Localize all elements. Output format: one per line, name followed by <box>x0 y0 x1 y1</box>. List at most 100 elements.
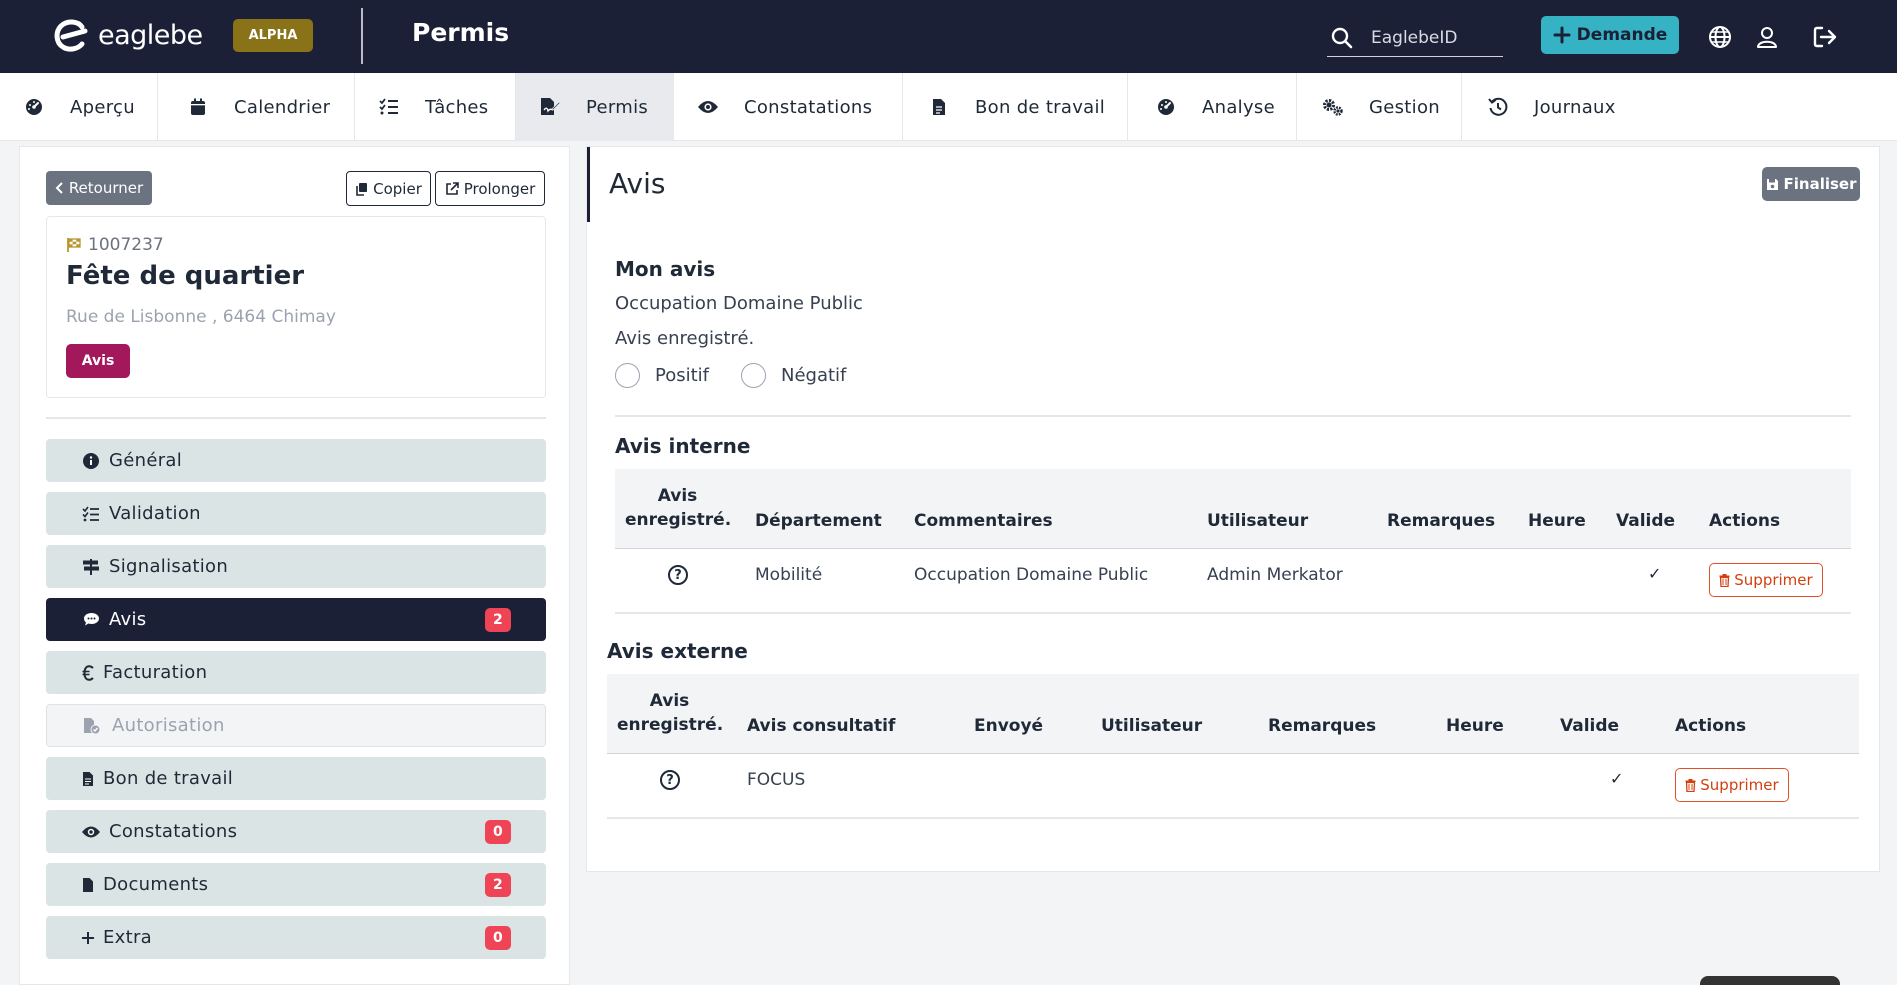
column-header: Heure <box>1446 716 1504 736</box>
sidebar-item-label: Bon de travail <box>103 768 234 789</box>
back-button[interactable]: Retourner <box>46 171 152 205</box>
search-bar <box>1327 20 1503 57</box>
question-circle-icon: ? <box>660 770 680 790</box>
sidebar-item-facturation[interactable]: Facturation <box>46 651 546 694</box>
back-label: Retourner <box>68 179 144 197</box>
radio-circle[interactable] <box>615 363 640 388</box>
top-navbar: eaglebe ALPHA Permis Demande <box>0 0 1897 73</box>
copy-label: Copier <box>373 179 422 198</box>
delete-button[interactable]: Supprimer <box>1709 563 1823 597</box>
plus-icon <box>1553 26 1571 44</box>
status-badge: Avis <box>66 344 130 378</box>
column-header: Valide <box>1560 716 1620 736</box>
radio-negatif[interactable]: Négatif <box>741 363 846 388</box>
floating-widget-tab[interactable] <box>1700 976 1840 985</box>
column-header: Actions <box>1675 716 1747 736</box>
count-badge: 2 <box>485 873 511 897</box>
column-header: Commentaires <box>914 511 1053 531</box>
sidebar-item-constatations[interactable]: Constatations 0 <box>46 810 546 853</box>
comment-icon <box>81 612 101 627</box>
column-header: Département <box>755 511 882 531</box>
count-badge: 0 <box>485 820 511 844</box>
tab-calendrier[interactable]: Calendrier <box>158 73 355 141</box>
tab-label: Bon de travail <box>975 96 1106 118</box>
cell-departement: Mobilité <box>755 565 823 585</box>
file-icon <box>81 771 95 787</box>
sidebar-item-signalisation[interactable]: Signalisation <box>46 545 546 588</box>
sidebar-item-label: Général <box>109 450 183 471</box>
tab-apercu[interactable]: Aperçu <box>0 73 158 141</box>
tab-gestion[interactable]: Gestion <box>1297 73 1462 141</box>
search-icon[interactable] <box>1327 23 1357 53</box>
sidebar-item-general[interactable]: Général <box>46 439 546 482</box>
table-header: Avis enregistré. Avis consultatif Envoyé… <box>607 674 1859 754</box>
page-title: Avis <box>609 167 666 200</box>
extend-button[interactable]: Prolonger <box>435 171 545 206</box>
save-icon <box>1766 178 1778 190</box>
gears-icon <box>1321 95 1345 119</box>
sidebar-item-documents[interactable]: Documents 2 <box>46 863 546 906</box>
tab-constatations[interactable]: Constatations <box>674 73 903 141</box>
row-divider <box>607 817 1859 819</box>
tab-taches[interactable]: Tâches <box>355 73 516 141</box>
tab-bon-de-travail[interactable]: Bon de travail <box>903 73 1128 141</box>
flag-checkered-icon <box>67 238 81 252</box>
mon-avis-subject: Occupation Domaine Public <box>615 293 863 314</box>
column-header: Valide <box>1616 511 1676 531</box>
header-divider <box>361 8 363 64</box>
column-header: Envoyé <box>974 716 1044 736</box>
app-title: Permis <box>412 18 510 47</box>
gauge-icon <box>1154 95 1178 119</box>
column-header: Avis enregistré. <box>617 691 724 735</box>
avis-interne-table: Avis enregistré. Département Commentaire… <box>615 469 1851 614</box>
tab-label: Permis <box>586 96 649 118</box>
chevron-left-icon <box>55 182 63 194</box>
sidebar-item-validation[interactable]: Validation <box>46 492 546 535</box>
trash-icon <box>1719 573 1730 587</box>
radio-positif[interactable]: Positif <box>615 363 709 388</box>
gauge-icon <box>22 95 46 119</box>
globe-icon[interactable] <box>1707 24 1733 50</box>
tab-permis[interactable]: Permis <box>516 73 674 141</box>
question-circle-icon: ? <box>668 565 688 585</box>
main-tabs: Aperçu Calendrier Tâches Permis Constata… <box>0 73 1897 141</box>
panel-accent-bar <box>587 147 590 222</box>
tab-journaux[interactable]: Journaux <box>1462 73 1662 141</box>
new-demande-button[interactable]: Demande <box>1541 16 1679 54</box>
eaglebe-logo[interactable]: eaglebe <box>52 18 203 52</box>
sidebar-item-label: Extra <box>103 927 153 948</box>
tab-label: Constatations <box>744 96 873 118</box>
column-header: Utilisateur <box>1207 511 1309 531</box>
delete-button[interactable]: Supprimer <box>1675 768 1789 802</box>
logout-icon[interactable] <box>1812 24 1838 50</box>
column-header: Avis consultatif <box>747 716 896 736</box>
sidebar-item-avis[interactable]: Avis 2 <box>46 598 546 641</box>
sidebar-item-label: Documents <box>103 874 209 895</box>
avis-interne-heading: Avis interne <box>615 434 751 458</box>
user-icon[interactable] <box>1754 24 1780 50</box>
permit-id-value: 1007237 <box>88 235 164 255</box>
column-header: Remarques <box>1268 716 1377 736</box>
plus-icon <box>81 931 95 945</box>
checklist-icon <box>81 506 101 522</box>
copy-button[interactable]: Copier <box>346 171 431 206</box>
sidebar-item-label: Avis <box>109 609 147 630</box>
finalize-button[interactable]: Finaliser <box>1762 167 1860 201</box>
tab-label: Gestion <box>1369 96 1440 118</box>
delete-label: Supprimer <box>1734 571 1813 589</box>
external-link-icon <box>445 181 459 195</box>
cell-utilisateur: Admin Merkator <box>1207 565 1343 585</box>
info-icon <box>81 452 101 469</box>
sidebar-item-autorisation[interactable]: Autorisation <box>46 704 546 747</box>
search-input[interactable] <box>1371 28 1501 48</box>
sidebar-item-bon-de-travail[interactable]: Bon de travail <box>46 757 546 800</box>
radio-circle[interactable] <box>741 363 766 388</box>
file-icon <box>927 95 951 119</box>
tab-analyse[interactable]: Analyse <box>1128 73 1297 141</box>
radio-label: Positif <box>655 365 709 386</box>
radio-label: Négatif <box>781 365 847 386</box>
tab-label: Journaux <box>1534 96 1616 118</box>
sidebar-item-extra[interactable]: Extra 0 <box>46 916 546 959</box>
tab-label: Calendrier <box>234 96 331 118</box>
column-header: Actions <box>1709 511 1781 531</box>
